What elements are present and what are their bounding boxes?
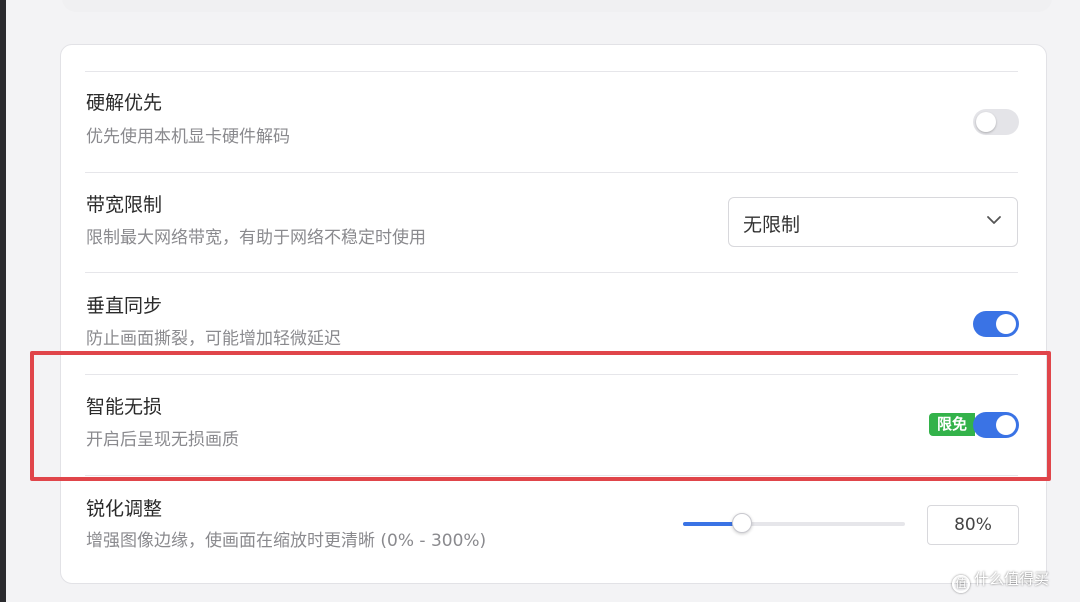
sharpen-slider[interactable] (683, 513, 905, 533)
hw-decode-toggle[interactable] (973, 109, 1019, 135)
divider (85, 71, 1018, 72)
sharpen-desc: 增强图像边缘，使画面在缩放时更清晰 (0% - 300%) (86, 531, 487, 551)
hw-decode-title: 硬解优先 (86, 92, 163, 114)
sharpen-value-input[interactable]: 80% (927, 505, 1019, 545)
vsync-desc: 防止画面撕裂，可能增加轻微延迟 (86, 329, 341, 349)
watermark-logo-icon: 值 (952, 575, 970, 593)
sharpen-title: 锐化调整 (86, 498, 163, 520)
toggle-knob (976, 112, 996, 132)
bandwidth-select-value: 无限制 (743, 214, 801, 236)
chevron-down-icon (987, 216, 1001, 224)
divider (85, 272, 1018, 273)
bandwidth-desc: 限制最大网络带宽，有助于网络不稳定时使用 (86, 228, 426, 248)
bandwidth-title: 带宽限制 (86, 194, 163, 216)
highlight-box (30, 351, 1051, 481)
divider (85, 172, 1018, 173)
bandwidth-select[interactable]: 无限制 (728, 197, 1018, 247)
slider-thumb[interactable] (732, 513, 752, 533)
watermark: 值什么值得买 (952, 568, 1049, 593)
vsync-title: 垂直同步 (86, 295, 163, 317)
settings-card (60, 44, 1047, 584)
vsync-toggle[interactable] (973, 311, 1019, 337)
window-edge (0, 0, 6, 602)
top-panel (62, 0, 1052, 12)
hw-decode-desc: 优先使用本机显卡硬件解码 (86, 127, 290, 147)
toggle-knob (996, 314, 1016, 334)
watermark-text: 什么值得买 (974, 570, 1050, 588)
